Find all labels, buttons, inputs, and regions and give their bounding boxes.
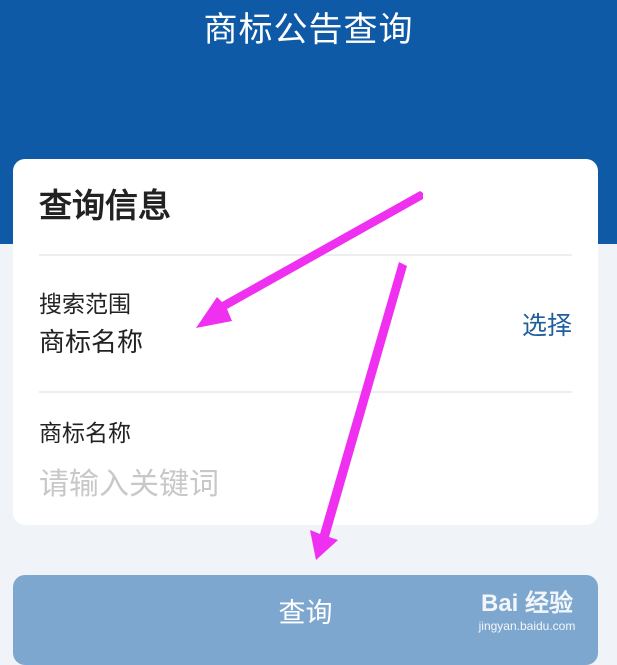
- select-scope-button[interactable]: 选择: [522, 309, 572, 343]
- page-title: 商标公告查询: [203, 10, 414, 50]
- watermark-logo: Bai 经验: [480, 590, 573, 617]
- divider: [39, 391, 572, 393]
- divider: [39, 254, 572, 256]
- keyword-input[interactable]: [39, 464, 559, 504]
- search-scope-value: 商标名称: [39, 328, 144, 358]
- search-scope-label: 搜索范围: [39, 292, 131, 318]
- baidu-jingyan-watermark: Bai 经验 jingyan.baidu.com: [467, 590, 587, 634]
- query-info-card: 查询信息 搜索范围 商标名称 选择 商标名称: [13, 159, 598, 525]
- card-title: 查询信息: [39, 186, 171, 225]
- trademark-name-label: 商标名称: [39, 421, 131, 447]
- watermark-url: jingyan.baidu.com: [478, 619, 576, 633]
